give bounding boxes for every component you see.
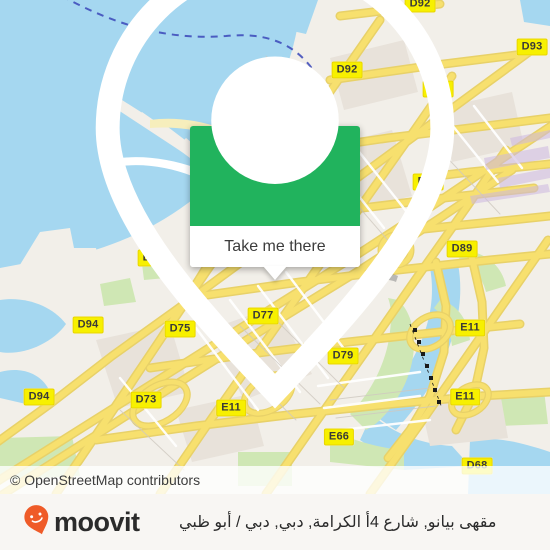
take-me-there-popup[interactable]: Take me there xyxy=(95,0,455,409)
moovit-logo[interactable]: moovit xyxy=(22,504,140,541)
map-pin-icon xyxy=(0,0,550,423)
map-canvas[interactable]: D92 D93 D92 D82 D78 D92 D89 D77 D94 D75 E11 D79 D94 D… xyxy=(0,0,550,494)
map-screen: D92 D93 D92 D82 D78 D92 D89 D77 D94 D75 E11 D79 D94 D… xyxy=(0,0,550,550)
moovit-pin-smiley-icon xyxy=(22,504,52,541)
take-me-there-label: Take me there xyxy=(224,237,326,255)
moovit-wordmark: moovit xyxy=(54,506,140,537)
road-shield: E66 xyxy=(323,428,355,446)
map-attribution[interactable]: © OpenStreetMap contributors xyxy=(0,466,550,494)
place-address: مقهى بيانو, شارع 4أ الكرامة, دبي, دبي / … xyxy=(179,514,497,531)
attribution-text: © OpenStreetMap contributors xyxy=(10,472,201,488)
bottom-bar: moovit مقهى بيانو, شارع 4أ الكرامة, دبي,… xyxy=(0,494,550,550)
popup-header xyxy=(95,0,455,409)
popup-tail xyxy=(263,266,287,280)
